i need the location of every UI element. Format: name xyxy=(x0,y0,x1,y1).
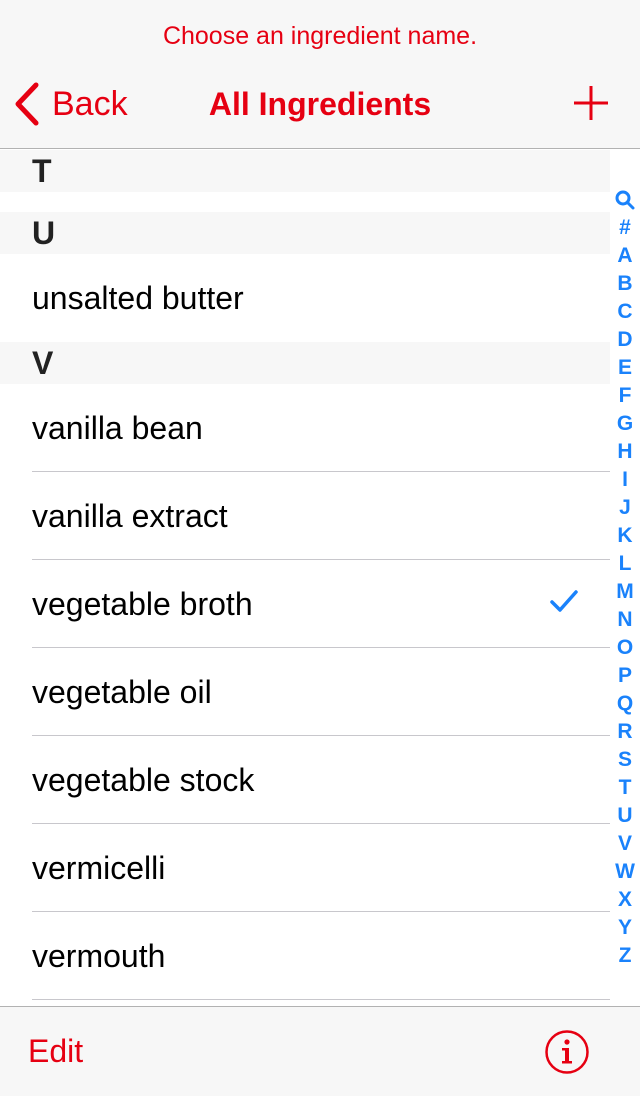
list-item-label: vermouth xyxy=(32,937,166,974)
plus-icon xyxy=(574,86,608,120)
index-letter[interactable]: P xyxy=(610,662,640,690)
index-letter[interactable]: C xyxy=(610,298,640,326)
index-letter[interactable]: I xyxy=(610,466,640,494)
back-button[interactable]: Back xyxy=(14,80,128,128)
section-header-u: U xyxy=(0,212,610,254)
list-item[interactable]: vanilla bean xyxy=(0,384,610,472)
index-letter[interactable]: B xyxy=(610,270,640,298)
back-label: Back xyxy=(52,84,128,123)
index-letter[interactable]: A xyxy=(610,242,640,270)
index-letter[interactable]: M xyxy=(610,578,640,606)
index-letter[interactable]: T xyxy=(610,774,640,802)
index-letter[interactable]: U xyxy=(610,802,640,830)
bottom-toolbar: Edit xyxy=(0,1006,640,1096)
index-letter[interactable]: Y xyxy=(610,914,640,942)
list-item[interactable]: vanilla extract xyxy=(0,472,610,560)
list-item-label: vegetable oil xyxy=(32,673,212,710)
index-letter[interactable]: E xyxy=(610,354,640,382)
list-item-label: vanilla extract xyxy=(32,497,228,534)
list-item[interactable]: vegetable oil xyxy=(0,648,610,736)
list-item[interactable]: unsalted butter xyxy=(0,254,610,342)
list-item-label: unsalted butter xyxy=(32,279,244,316)
index-letter[interactable]: Z xyxy=(610,942,640,970)
page-title: All Ingredients xyxy=(208,86,432,122)
info-button[interactable] xyxy=(544,1029,590,1075)
index-letter[interactable]: O xyxy=(610,634,640,662)
section-index[interactable]: # A B C D E F G H I J K L M N O P Q R S … xyxy=(610,186,640,970)
info-icon xyxy=(545,1030,589,1074)
index-letter[interactable]: X xyxy=(610,886,640,914)
index-letter[interactable]: V xyxy=(610,830,640,858)
index-letter[interactable]: D xyxy=(610,326,640,354)
index-letter[interactable]: L xyxy=(610,550,640,578)
list-item-selected[interactable]: vegetable broth xyxy=(0,560,610,648)
index-letter[interactable]: R xyxy=(610,718,640,746)
index-letter[interactable]: F xyxy=(610,382,640,410)
section-header-t: T xyxy=(0,150,610,192)
prompt-text: Choose an ingredient name. xyxy=(162,22,478,50)
index-letter[interactable]: K xyxy=(610,522,640,550)
index-letter[interactable]: G xyxy=(610,410,640,438)
list-item-label: vegetable broth xyxy=(32,585,253,622)
checkmark-icon xyxy=(550,590,578,612)
list-item-label: vanilla bean xyxy=(32,409,203,446)
section-spacer xyxy=(0,192,610,212)
ingredient-list[interactable]: T U unsalted butter V vanilla bean vanil… xyxy=(0,150,610,1006)
list-item-label: vegetable stock xyxy=(32,761,255,798)
edit-button[interactable]: Edit xyxy=(28,1033,83,1070)
section-header-v: V xyxy=(0,342,610,384)
index-letter[interactable]: H xyxy=(610,438,640,466)
index-letter[interactable]: W xyxy=(610,858,640,886)
list-item-label: vermicelli xyxy=(32,849,166,886)
index-letter[interactable]: J xyxy=(610,494,640,522)
search-icon xyxy=(615,190,635,210)
index-letter[interactable]: Q xyxy=(610,690,640,718)
add-ingredient-button[interactable] xyxy=(572,84,610,122)
index-search[interactable] xyxy=(610,186,640,214)
index-letter[interactable]: N xyxy=(610,606,640,634)
index-letter[interactable]: # xyxy=(610,214,640,242)
index-letter[interactable]: S xyxy=(610,746,640,774)
list-item[interactable]: vermouth xyxy=(0,912,610,1000)
chevron-left-icon xyxy=(15,82,39,126)
list-item[interactable]: vegetable stock xyxy=(0,736,610,824)
navigation-bar: Choose an ingredient name. Back All Ingr… xyxy=(0,0,640,149)
list-item[interactable]: vermicelli xyxy=(0,824,610,912)
